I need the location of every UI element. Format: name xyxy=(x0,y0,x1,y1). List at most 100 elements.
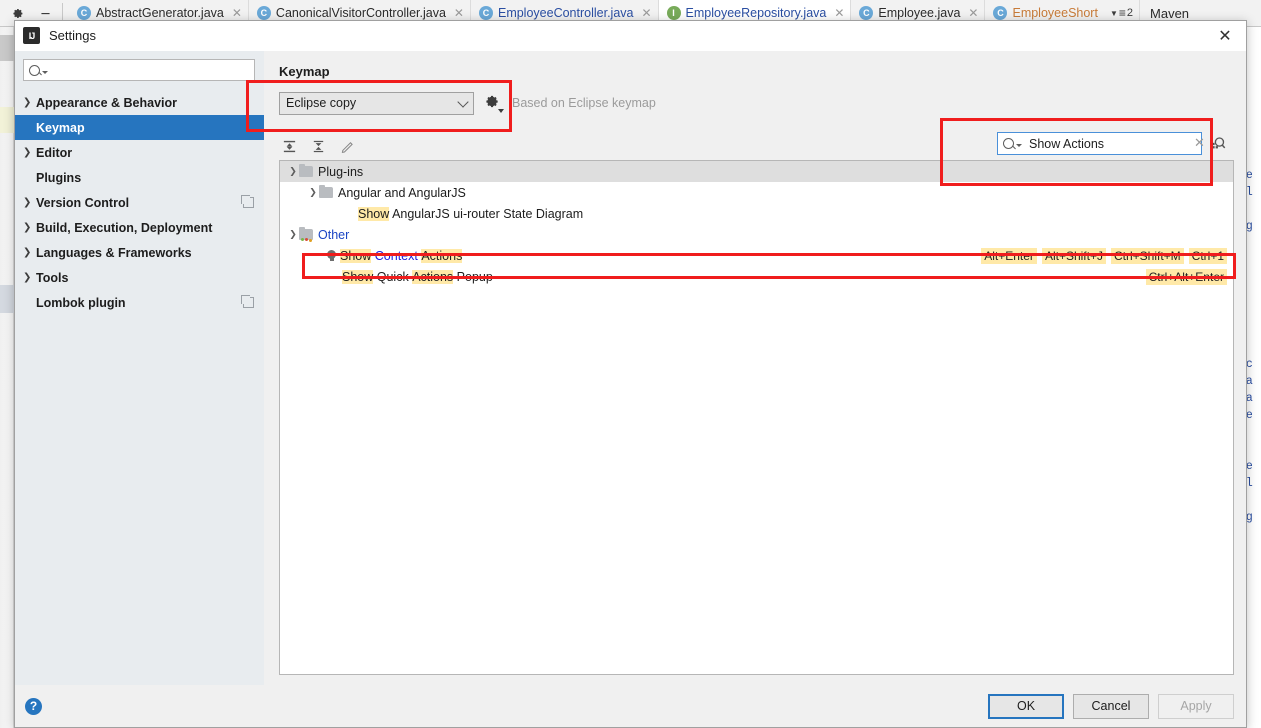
chevron-right-icon[interactable]: ❯ xyxy=(23,272,36,283)
tree-row-label: Quick xyxy=(373,269,413,284)
chevron-right-icon[interactable]: ❯ xyxy=(23,97,36,108)
close-icon[interactable]: ✕ xyxy=(641,7,651,19)
shortcut-badge: Ctrl+1 xyxy=(1188,247,1227,264)
sidebar-item-label: Version Control xyxy=(36,195,130,210)
close-icon[interactable]: ✕ xyxy=(232,7,242,19)
sidebar-item-label: Languages & Frameworks xyxy=(36,245,192,260)
maven-label: Maven xyxy=(1150,5,1190,21)
keymap-tree[interactable]: ❯ Plug-ins ❯ Angular and AngularJS Show … xyxy=(279,160,1234,675)
tree-row-label: Angular and AngularJS xyxy=(338,185,466,200)
find-by-shortcut-icon[interactable] xyxy=(1208,134,1228,154)
chevron-right-icon[interactable]: ❯ xyxy=(23,247,36,258)
apply-button[interactable]: Apply xyxy=(1158,693,1234,719)
shortcut-badge: Alt+Enter xyxy=(981,247,1037,264)
editor-gutter xyxy=(0,27,14,728)
close-icon[interactable]: ✕ xyxy=(834,7,844,19)
sidebar-item-version-control[interactable]: ❯ Version Control xyxy=(15,190,264,215)
chevron-down-icon xyxy=(498,109,504,113)
tree-row-label-match: Show xyxy=(358,206,390,221)
expand-all-icon[interactable] xyxy=(279,136,299,156)
tree-row-label-match: Show xyxy=(340,248,372,263)
tree-row-label: Popup xyxy=(453,269,493,284)
sidebar-item-label: Appearance & Behavior xyxy=(36,95,178,110)
ok-button[interactable]: OK xyxy=(988,693,1064,719)
tab-overflow-icon[interactable]: ▼ ≡ 2 xyxy=(1104,6,1139,20)
chevron-right-icon[interactable]: ❯ xyxy=(23,197,36,208)
shortcut-badge: Ctrl+Shift+M xyxy=(1110,247,1184,264)
shortcut-search-input[interactable] xyxy=(1027,135,1192,152)
project-scope-icon xyxy=(241,295,254,308)
tree-row-show-context-actions[interactable]: Show Context Actions Alt+Enter Alt+Shift… xyxy=(280,245,1233,266)
tab-label: CanonicalVisitorController.java xyxy=(275,6,446,20)
tree-row-angular[interactable]: ❯ Angular and AngularJS xyxy=(280,182,1233,203)
tree-row-label: AngularJS ui-router State Diagram xyxy=(389,206,584,221)
close-icon[interactable]: ✕ xyxy=(968,7,978,19)
keymap-dropdown[interactable]: Eclipse copy xyxy=(279,91,474,115)
tree-row-show-quick-actions-popup[interactable]: Show Quick Actions Popup Ctrl+Alt+Enter xyxy=(280,266,1233,287)
sidebar-item-label: Keymap xyxy=(36,120,85,135)
sidebar-item-lombok-plugin[interactable]: Lombok plugin xyxy=(15,290,264,315)
shortcut-list: Alt+Enter Alt+Shift+J Ctrl+Shift+M Ctrl+… xyxy=(981,245,1227,266)
shortcut-badge: Ctrl+Alt+Enter xyxy=(1145,268,1227,285)
intellij-logo-icon: IJ xyxy=(23,27,40,44)
shortcut-search-area: ✕ xyxy=(997,132,1228,155)
edit-pencil-icon[interactable] xyxy=(337,136,357,156)
sidebar-item-label: Tools xyxy=(36,270,69,285)
tab-label: AbstractGenerator.java xyxy=(96,6,224,20)
sidebar-item-appearance-behavior[interactable]: ❯ Appearance & Behavior xyxy=(15,90,264,115)
chevron-down-icon[interactable]: ❯ xyxy=(307,187,319,199)
tree-row-label: Other xyxy=(318,227,350,242)
tree-row-plugins[interactable]: ❯ Plug-ins xyxy=(280,161,1233,182)
page-title: Keymap xyxy=(279,64,330,79)
shortcut-badge: Alt+Shift+J xyxy=(1041,247,1106,264)
keymap-selector-row: Eclipse copy Based on Eclipse keymap xyxy=(279,90,1234,116)
tab-label: Employee.java xyxy=(878,6,961,20)
chevron-down-icon[interactable]: ❯ xyxy=(287,166,299,178)
settings-search-field[interactable] xyxy=(23,59,255,81)
sidebar-item-label: Lombok plugin xyxy=(36,295,126,310)
settings-search-input[interactable] xyxy=(52,62,249,78)
sidebar-item-build-execution-deployment[interactable]: ❯ Build, Execution, Deployment xyxy=(15,215,264,240)
help-icon[interactable]: ? xyxy=(25,697,42,715)
chevron-right-icon[interactable]: ❯ xyxy=(23,222,36,233)
tree-row-label-match: Actions xyxy=(421,248,463,263)
folder-icon xyxy=(299,163,313,177)
chevron-down-icon[interactable] xyxy=(1016,144,1022,147)
settings-dialog: IJ Settings ✕ ❯ Appearance & Behavior Ke… xyxy=(14,20,1247,728)
sidebar-item-keymap[interactable]: Keymap xyxy=(15,115,264,140)
chevron-right-icon[interactable]: ❯ xyxy=(23,147,36,158)
folder-icon xyxy=(299,226,313,241)
chevron-down-icon[interactable] xyxy=(42,70,48,74)
gutter-band xyxy=(0,285,14,313)
tab-label: EmployeeShort xyxy=(1012,6,1098,20)
sidebar-item-languages-frameworks[interactable]: ❯ Languages & Frameworks xyxy=(15,240,264,265)
cancel-button[interactable]: Cancel xyxy=(1073,693,1149,719)
sidebar-item-label: Plugins xyxy=(36,170,82,185)
class-icon: C xyxy=(478,6,493,20)
sidebar-item-plugins[interactable]: Plugins xyxy=(15,165,264,190)
gear-icon[interactable] xyxy=(483,93,504,113)
chevron-down-icon[interactable]: ❯ xyxy=(287,229,299,241)
tree-row-other[interactable]: ❯ Other xyxy=(280,224,1233,245)
close-icon[interactable]: ✕ xyxy=(1204,21,1246,51)
tree-row-label-match: Show xyxy=(342,269,374,284)
shortcut-list: Ctrl+Alt+Enter xyxy=(1145,266,1227,287)
sidebar-item-editor[interactable]: ❯ Editor xyxy=(15,140,264,165)
dialog-buttons: OK Cancel Apply xyxy=(988,693,1234,719)
clear-icon[interactable]: ✕ xyxy=(1192,136,1207,151)
keymap-based-on-label: Based on Eclipse keymap xyxy=(512,96,656,110)
tree-row-label: Plug-ins xyxy=(318,164,364,179)
tree-row-angular-state-diagram[interactable]: Show AngularJS ui-router State Diagram xyxy=(280,203,1233,224)
gutter-band xyxy=(0,107,14,133)
sidebar-item-label: Build, Execution, Deployment xyxy=(36,220,213,235)
tree-row-label-match: Actions xyxy=(412,269,454,284)
folder-icon xyxy=(319,184,333,198)
shortcut-search-field[interactable]: ✕ xyxy=(997,132,1205,155)
tab-label: EmployeeController.java xyxy=(497,6,634,20)
keymap-panel: Keymap Eclipse copy Based on Eclipse key… xyxy=(265,51,1246,685)
collapse-all-icon[interactable] xyxy=(308,136,328,156)
close-icon[interactable]: ✕ xyxy=(454,7,464,19)
search-icon xyxy=(1003,138,1014,149)
project-scope-icon xyxy=(241,195,254,208)
sidebar-item-tools[interactable]: ❯ Tools xyxy=(15,265,264,290)
